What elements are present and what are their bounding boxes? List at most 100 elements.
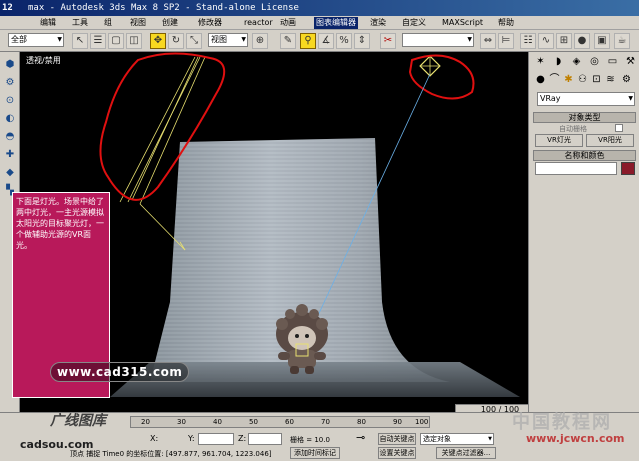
menu-edit[interactable]: 编辑 — [38, 17, 58, 29]
geometry-icon[interactable]: ● — [533, 72, 548, 87]
add-time-tag-button[interactable]: 添加时间标记 — [290, 447, 340, 459]
y-coord-field[interactable] — [198, 433, 234, 445]
shapes-icon[interactable]: ⌒ — [547, 72, 562, 87]
main-toolbar: 全部 ↖ ☰ ▢ ◫ ✥ ↻ ⤡ 视图 ⊕ ✎ ⚲ ∡ % ⇕ ✂ ⇔ ⊨ ☷ … — [0, 30, 639, 52]
select-manipulate-icon[interactable]: ✎ — [280, 33, 296, 49]
watermark-logo: 广线图库 — [50, 413, 106, 429]
auto-key-button[interactable]: 自动关键点 — [378, 433, 416, 445]
timeline-tick: 70 — [321, 418, 330, 426]
watermark-cad315: www.cad315.com — [50, 362, 190, 382]
utilities-icon[interactable]: ✚ — [2, 148, 18, 162]
auto-grid-checkbox[interactable] — [615, 124, 623, 132]
select-scale-icon[interactable]: ⤡ — [186, 33, 202, 49]
select-by-name-icon[interactable]: ☰ — [90, 33, 106, 49]
layer-manager-icon[interactable]: ☷ — [520, 33, 536, 49]
modify-tab-icon[interactable]: ◗ — [551, 54, 566, 69]
create-icon[interactable]: ⬢ — [2, 58, 18, 72]
window-number: 12 — [2, 3, 13, 13]
named-selection-set-dropdown[interactable] — [402, 33, 474, 47]
angle-snap-icon[interactable]: ∡ — [318, 33, 334, 49]
select-rotate-icon[interactable]: ↻ — [168, 33, 184, 49]
spinner-snap-icon[interactable]: ⇕ — [354, 33, 370, 49]
menu-help[interactable]: 帮助 — [496, 17, 516, 29]
auto-grid-label: 自动栅格 — [559, 125, 587, 133]
grid-size-text: 栅格 = 10.0 — [290, 436, 330, 444]
command-panel-tabs: ✶ ◗ ◈ ◎ ▭ ⚒ — [531, 54, 637, 70]
rect-selection-icon[interactable]: ▢ — [108, 33, 124, 49]
timeline-tick: 100 — [415, 418, 429, 426]
set-key-button[interactable]: 设置关键点 — [378, 447, 416, 459]
schematic-view-icon[interactable]: ⊞ — [556, 33, 572, 49]
timeline-tick: 90 — [393, 418, 402, 426]
selection-filter-dropdown[interactable]: 全部 — [8, 33, 64, 47]
helpers-icon[interactable]: ⊡ — [589, 72, 604, 87]
menu-tools[interactable]: 工具 — [70, 17, 90, 29]
curve-editor-icon[interactable]: ∿ — [538, 33, 554, 49]
material-editor-icon[interactable]: ● — [574, 33, 590, 49]
window-title: max - Autodesk 3ds Max 8 SP2 - Stand-alo… — [28, 3, 299, 13]
timeline-tick: 20 — [141, 418, 150, 426]
rollout-name-color[interactable]: 名称和颜色 — [533, 150, 636, 161]
highlight-outline-vrlight — [408, 54, 475, 100]
timeline-tick: 60 — [285, 418, 294, 426]
pivot-center-icon[interactable]: ⊕ — [252, 33, 268, 49]
menu-animation[interactable]: 动画 — [278, 17, 298, 29]
display-icon[interactable]: ◓ — [2, 130, 18, 144]
select-object-icon[interactable]: ↖ — [72, 33, 88, 49]
systems-icon[interactable]: ⚙ — [619, 72, 634, 87]
hierarchy-icon[interactable]: ⊙ — [2, 94, 18, 108]
z-coord-field[interactable] — [248, 433, 282, 445]
key-icon[interactable]: ⊸ — [356, 432, 365, 443]
mirror-icon[interactable]: ⇔ — [480, 33, 496, 49]
reference-coord-dropdown[interactable]: 视图 — [208, 33, 248, 47]
create-category-tabs: ● ⌒ ✱ ⚇ ⊡ ≋ ⚙ — [531, 72, 637, 88]
watermark-jcwcn-url: www.jcwcn.com — [526, 432, 625, 445]
timeline-tick: 50 — [249, 418, 258, 426]
quick-render-icon[interactable]: ☕ — [614, 33, 630, 49]
object-category-dropdown[interactable]: VRay — [537, 92, 635, 106]
display-tab-icon[interactable]: ▭ — [605, 54, 620, 69]
menu-create[interactable]: 创建 — [160, 17, 180, 29]
menu-views[interactable]: 视图 — [128, 17, 148, 29]
vr-light-icon[interactable] — [419, 55, 441, 77]
render-scene-icon[interactable]: ▣ — [594, 33, 610, 49]
menu-reactor[interactable]: reactor — [242, 17, 275, 29]
utilities-tab-icon[interactable]: ⚒ — [623, 54, 638, 69]
percent-snap-icon[interactable]: % — [336, 33, 352, 49]
cameras-icon[interactable]: ⚇ — [575, 72, 590, 87]
lights-icon[interactable]: ✱ — [561, 72, 576, 87]
menu-group[interactable]: 组 — [102, 17, 114, 29]
command-panel: ✶ ◗ ◈ ◎ ▭ ⚒ ● ⌒ ✱ ⚇ ⊡ ≋ ⚙ VRay 对象类型 自动栅格… — [528, 52, 639, 412]
menu-maxscript[interactable]: MAXScript — [440, 17, 485, 29]
menu-rendering[interactable]: 渲染 — [368, 17, 388, 29]
window-title-bar: 12 max - Autodesk 3ds Max 8 SP2 - Stand-… — [0, 0, 639, 16]
key-mode-dropdown[interactable]: 选定对象 — [420, 433, 494, 445]
z-coord-label: Z: — [238, 434, 247, 443]
menu-customize[interactable]: 自定义 — [400, 17, 428, 29]
motion-tab-icon[interactable]: ◎ — [587, 54, 602, 69]
window-crossing-icon[interactable]: ◫ — [126, 33, 142, 49]
vr-sun-button[interactable]: VR阳光 — [586, 134, 634, 147]
create-tab-icon[interactable]: ✶ — [533, 54, 548, 69]
snap-toggle-icon[interactable]: ⚲ — [300, 33, 316, 49]
modify-icon[interactable]: ⚙ — [2, 76, 18, 90]
edit-named-selection-icon[interactable]: ✂ — [380, 33, 396, 49]
key-filters-button[interactable]: 关键点过滤器... — [436, 447, 496, 459]
spacewarps-icon[interactable]: ≋ — [603, 72, 618, 87]
vr-light-button[interactable]: VR灯光 — [535, 134, 583, 147]
hierarchy-tab-icon[interactable]: ◈ — [569, 54, 584, 69]
menu-modifiers[interactable]: 修改器 — [196, 17, 224, 29]
shape-icon[interactable]: ◆ — [2, 166, 18, 180]
menu-graph-editors[interactable]: 图表编辑器 — [314, 17, 358, 29]
menu-bar: 编辑 工具 组 视图 创建 修改器 reactor 动画 图表编辑器 渲染 自定… — [0, 16, 639, 30]
timeline-tick: 80 — [357, 418, 366, 426]
x-coord-label: X: — [150, 434, 159, 443]
object-color-swatch[interactable] — [621, 162, 635, 175]
select-move-icon[interactable]: ✥ — [150, 33, 166, 49]
object-name-field[interactable] — [535, 162, 617, 175]
align-icon[interactable]: ⊨ — [498, 33, 514, 49]
rollout-object-type[interactable]: 对象类型 — [533, 112, 636, 123]
motion-icon[interactable]: ◐ — [2, 112, 18, 126]
y-coord-label: Y: — [188, 434, 195, 443]
timeline-track[interactable]: 20 30 40 50 60 70 80 90 100 — [130, 416, 430, 428]
